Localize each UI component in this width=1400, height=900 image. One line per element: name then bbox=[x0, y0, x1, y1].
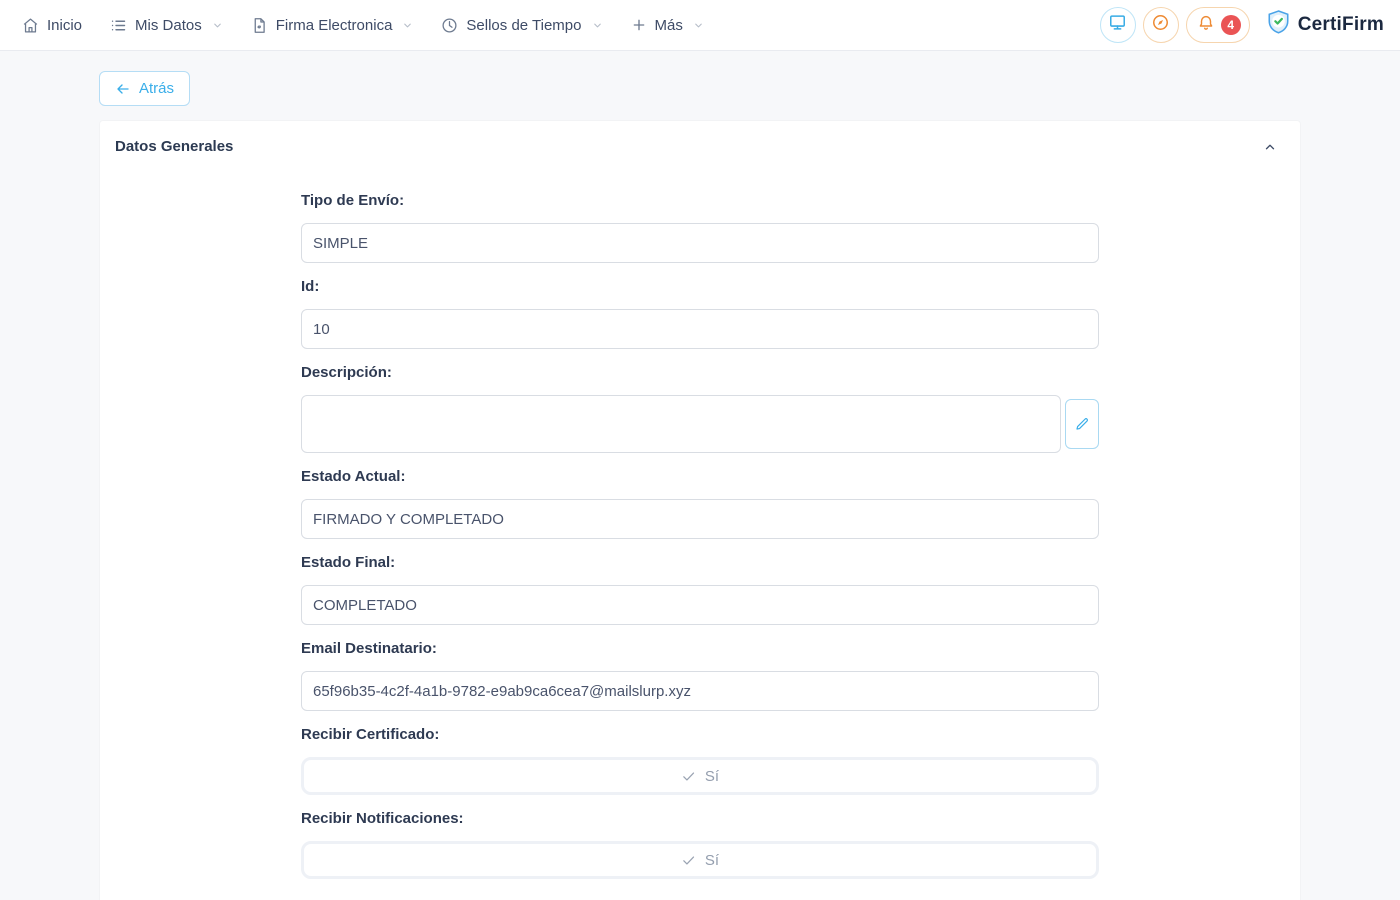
bell-icon bbox=[1197, 14, 1215, 37]
back-button[interactable]: Atrás bbox=[99, 71, 190, 106]
main-nav: Inicio Mis Datos Firma Electronica Se bbox=[8, 0, 718, 50]
field-estado-actual: Estado Actual: bbox=[301, 468, 1099, 539]
notification-count-badge: 4 bbox=[1221, 15, 1241, 35]
notifications-button[interactable]: 4 bbox=[1186, 7, 1250, 43]
datos-generales-card: Datos Generales Tipo de Envío: Id: Descr… bbox=[100, 121, 1300, 900]
edit-descripcion-button[interactable] bbox=[1065, 399, 1099, 449]
chevron-up-icon[interactable] bbox=[1263, 140, 1277, 154]
card-header[interactable]: Datos Generales bbox=[100, 121, 1300, 172]
estado-actual-input[interactable] bbox=[301, 499, 1099, 539]
brand-name: CertiFirm bbox=[1298, 14, 1384, 36]
monitor-icon bbox=[1108, 13, 1127, 37]
shield-check-icon bbox=[1265, 9, 1292, 41]
nav-item-mis-datos[interactable]: Mis Datos bbox=[96, 0, 237, 50]
check-icon bbox=[681, 769, 696, 784]
chevron-down-icon bbox=[592, 20, 603, 31]
arrow-left-icon bbox=[115, 81, 131, 97]
field-estado-final: Estado Final: bbox=[301, 554, 1099, 625]
field-label: Estado Actual: bbox=[301, 468, 1099, 486]
field-label: Estado Final: bbox=[301, 554, 1099, 572]
nav-item-mas[interactable]: Más bbox=[617, 0, 718, 50]
compass-button[interactable] bbox=[1143, 7, 1179, 43]
field-label: Recibir Notificaciones: bbox=[301, 810, 1099, 828]
nav-label: Mis Datos bbox=[135, 17, 202, 34]
descripcion-textarea[interactable] bbox=[301, 395, 1061, 453]
nav-label: Más bbox=[655, 17, 683, 34]
field-label: Recibir Certificado: bbox=[301, 726, 1099, 744]
back-button-label: Atrás bbox=[139, 80, 174, 97]
recibir-notificaciones-value: Sí bbox=[301, 841, 1099, 879]
nav-item-inicio[interactable]: Inicio bbox=[8, 0, 96, 50]
pencil-icon bbox=[1074, 416, 1090, 432]
nav-item-sellos-de-tiempo[interactable]: Sellos de Tiempo bbox=[427, 0, 616, 50]
field-label: Tipo de Envío: bbox=[301, 192, 1099, 210]
card-body: Tipo de Envío: Id: Descripción: Estado A… bbox=[301, 172, 1099, 879]
recibir-certificado-value: Sí bbox=[301, 757, 1099, 795]
estado-final-input[interactable] bbox=[301, 585, 1099, 625]
list-icon bbox=[110, 17, 127, 34]
field-id: Id: bbox=[301, 278, 1099, 349]
document-icon bbox=[251, 17, 268, 34]
field-label: Descripción: bbox=[301, 364, 1099, 382]
chevron-down-icon bbox=[212, 20, 223, 31]
nav-label: Sellos de Tiempo bbox=[466, 17, 581, 34]
field-label: Id: bbox=[301, 278, 1099, 296]
brand-logo[interactable]: CertiFirm bbox=[1265, 9, 1384, 41]
chevron-down-icon bbox=[693, 20, 704, 31]
clock-icon bbox=[441, 17, 458, 34]
field-descripcion: Descripción: bbox=[301, 364, 1099, 453]
top-navbar: Inicio Mis Datos Firma Electronica Se bbox=[0, 0, 1400, 51]
nav-label: Inicio bbox=[47, 17, 82, 34]
navbar-actions: 4 CertiFirm bbox=[1100, 7, 1384, 43]
field-recibir-certificado: Recibir Certificado: Sí bbox=[301, 726, 1099, 795]
email-destinatario-input[interactable] bbox=[301, 671, 1099, 711]
check-label: Sí bbox=[705, 852, 719, 869]
check-label: Sí bbox=[705, 768, 719, 785]
plus-icon bbox=[631, 17, 647, 33]
field-tipo-de-envio: Tipo de Envío: bbox=[301, 192, 1099, 263]
check-icon bbox=[681, 853, 696, 868]
card-title: Datos Generales bbox=[115, 138, 233, 155]
compass-icon bbox=[1151, 13, 1170, 37]
monitor-button[interactable] bbox=[1100, 7, 1136, 43]
field-recibir-notificaciones: Recibir Notificaciones: Sí bbox=[301, 810, 1099, 879]
id-input[interactable] bbox=[301, 309, 1099, 349]
nav-label: Firma Electronica bbox=[276, 17, 393, 34]
field-label: Email Destinatario: bbox=[301, 640, 1099, 658]
nav-item-firma-electronica[interactable]: Firma Electronica bbox=[237, 0, 428, 50]
field-email-destinatario: Email Destinatario: bbox=[301, 640, 1099, 711]
chevron-down-icon bbox=[402, 20, 413, 31]
tipo-de-envio-input[interactable] bbox=[301, 223, 1099, 263]
home-icon bbox=[22, 17, 39, 34]
